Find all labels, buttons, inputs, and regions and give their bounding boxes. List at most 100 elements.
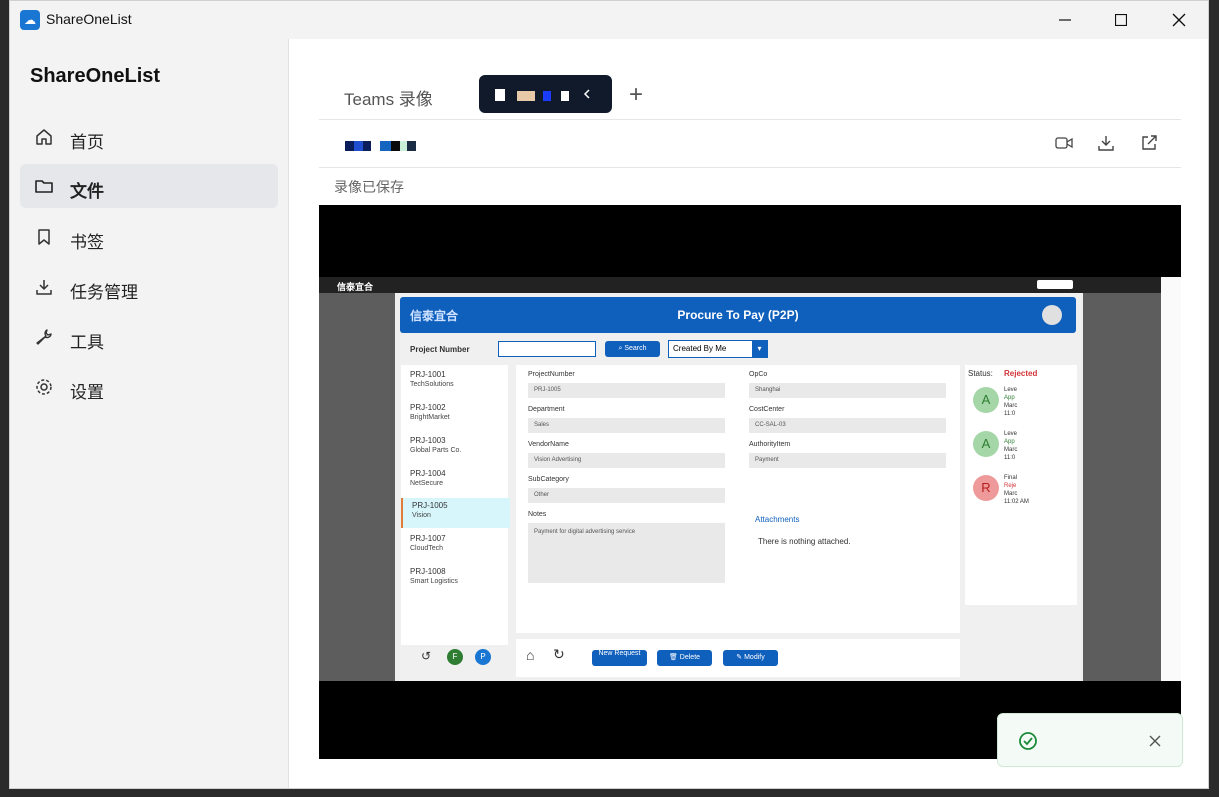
redacted-block <box>561 91 569 101</box>
add-tab-button[interactable]: + <box>629 81 643 109</box>
sidebar-item-settings[interactable]: 设置 <box>20 365 278 409</box>
approver-avatar: A <box>973 387 999 413</box>
list-item: PRJ-1007 CloudTech <box>410 534 446 552</box>
video-camera-icon[interactable] <box>1055 136 1073 150</box>
footer-avatar: P <box>475 649 491 665</box>
new-request-button: New Request <box>592 650 647 666</box>
gear-icon <box>36 379 52 395</box>
sidebar-item-label: 设置 <box>70 383 104 402</box>
sidebar-item-home[interactable]: 首页 <box>20 115 278 159</box>
footer-avatar: F <box>447 649 463 665</box>
home-icon: ⌂ <box>526 647 535 663</box>
approval-text: Reje <box>1004 483 1017 489</box>
sidebar-item-bookmarks[interactable]: 书签 <box>20 215 278 259</box>
approval-text: Final <box>1004 475 1018 481</box>
app-window: ☁ ShareOneList ShareOneList 首页 文件 书签 任务管… <box>9 0 1209 789</box>
maximize-icon <box>1115 14 1127 26</box>
powerapps-topbar: 信泰宜合 <box>319 277 1181 293</box>
sidebar-item-files[interactable]: 文件 <box>20 164 278 208</box>
notes-value: Payment for digital advertising service <box>528 523 725 583</box>
share-button <box>1037 280 1073 289</box>
browser-side-rail <box>1161 277 1181 681</box>
field-label: ProjectNumber <box>528 371 575 378</box>
project-details-form: ProjectNumber PRJ-1005 OpCo Shanghai Dep… <box>516 365 960 633</box>
folder-icon <box>35 180 53 193</box>
approval-text: Marc <box>1004 403 1018 409</box>
sidebar: ShareOneList 首页 文件 书签 任务管理 工具 设置 <box>10 39 289 788</box>
refresh-icon: ↻ <box>553 646 565 662</box>
sidebar-item-label: 工具 <box>70 333 104 352</box>
redacted-filename <box>380 141 416 151</box>
redacted-block <box>495 89 505 101</box>
project-list: PRJ-1001 TechSolutions PRJ-1002 BrightMark… <box>401 365 510 645</box>
approval-text: App <box>1004 395 1015 401</box>
open-external-icon[interactable] <box>1141 135 1157 151</box>
close-icon[interactable] <box>1149 735 1161 747</box>
approval-text: Marc <box>1004 447 1018 453</box>
powerapp-canvas: 信泰宜合 Procure To Pay (P2P) Project Number… <box>395 293 1083 681</box>
list-item: PRJ-1008 Smart Logistics <box>410 567 458 585</box>
created-by-dropdown: Created By Me ▾ <box>668 340 768 358</box>
status-label: Status: <box>968 369 993 378</box>
maximize-button[interactable] <box>1098 7 1144 33</box>
download-icon[interactable] <box>1098 135 1114 151</box>
field-value: Vision Advertising <box>528 453 725 468</box>
minimize-icon <box>1059 19 1071 21</box>
field-value: Payment <box>749 453 946 468</box>
minimize-button[interactable] <box>1042 7 1088 33</box>
list-item-selected: PRJ-1005 Vision <box>401 498 510 528</box>
modify-button: ✎ Modify <box>723 650 778 666</box>
sidebar-item-label: 书签 <box>70 233 104 252</box>
video-player[interactable]: 信泰宜合 信泰宜合 Procure To Pay (P2P) Project N… <box>319 205 1181 759</box>
close-button[interactable] <box>1156 7 1202 33</box>
field-label: SubCategory <box>528 476 569 483</box>
success-toast <box>997 713 1183 767</box>
search-button: ⌕ Search <box>605 341 660 357</box>
approval-text: Leve <box>1004 387 1018 393</box>
project-search-input <box>498 341 596 357</box>
field-value: Sales <box>528 418 725 433</box>
app-logo-icon: ☁ <box>20 10 40 30</box>
approval-text: Marc <box>1004 491 1018 497</box>
sidebar-item-tools[interactable]: 工具 <box>20 315 278 359</box>
check-circle-icon <box>1019 732 1037 750</box>
field-value: CC-SAL-03 <box>749 418 946 433</box>
field-label: Notes <box>528 511 547 518</box>
user-avatar <box>1042 305 1062 325</box>
file-toolbar <box>319 119 1181 168</box>
delete-button: 🗑 Delete <box>657 650 712 666</box>
download-icon <box>36 280 52 295</box>
approval-text: Leve <box>1004 431 1018 437</box>
approver-avatar: A <box>973 431 999 457</box>
app-header: 信泰宜合 Procure To Pay (P2P) <box>400 297 1076 333</box>
redacted-filename <box>345 141 371 151</box>
sidebar-item-tasks[interactable]: 任务管理 <box>20 265 278 309</box>
field-label: OpCo <box>749 371 768 378</box>
field-label: CostCenter <box>749 406 785 413</box>
list-item: PRJ-1002 BrightMarket <box>410 403 450 421</box>
approval-text: 11:0 <box>1004 411 1016 417</box>
brand-logo-text: 信泰宜合 <box>337 282 374 292</box>
redacted-block <box>517 91 535 101</box>
bookmark-icon <box>38 229 50 245</box>
approval-text: 11:02 AM <box>1004 499 1029 505</box>
field-value: Shanghai <box>749 383 946 398</box>
sidebar-item-label: 首页 <box>70 133 104 152</box>
attachments-label: Attachments <box>755 515 800 524</box>
wrench-icon <box>36 329 52 345</box>
tab-active-redacted[interactable] <box>479 75 612 113</box>
app-title: Procure To Pay (P2P) <box>677 308 799 322</box>
sidebar-item-label: 文件 <box>70 182 104 201</box>
window-title: ShareOneList <box>46 11 132 27</box>
tab-teams-recording[interactable]: Teams 录像 <box>344 85 433 110</box>
approval-text: App <box>1004 439 1015 445</box>
approval-panel: Status: Rejected A Leve App Marc 11:0 A … <box>965 365 1077 605</box>
field-value: PRJ-1005 <box>528 383 725 398</box>
home-icon <box>36 129 52 145</box>
field-label: AuthorityItem <box>749 441 791 448</box>
project-number-label: Project Number <box>410 345 470 354</box>
status-badge: Rejected <box>1004 369 1038 378</box>
title-bar: ☁ ShareOneList <box>10 1 1208 39</box>
field-label: Department <box>528 406 565 413</box>
chevron-left-icon[interactable] <box>583 89 591 99</box>
